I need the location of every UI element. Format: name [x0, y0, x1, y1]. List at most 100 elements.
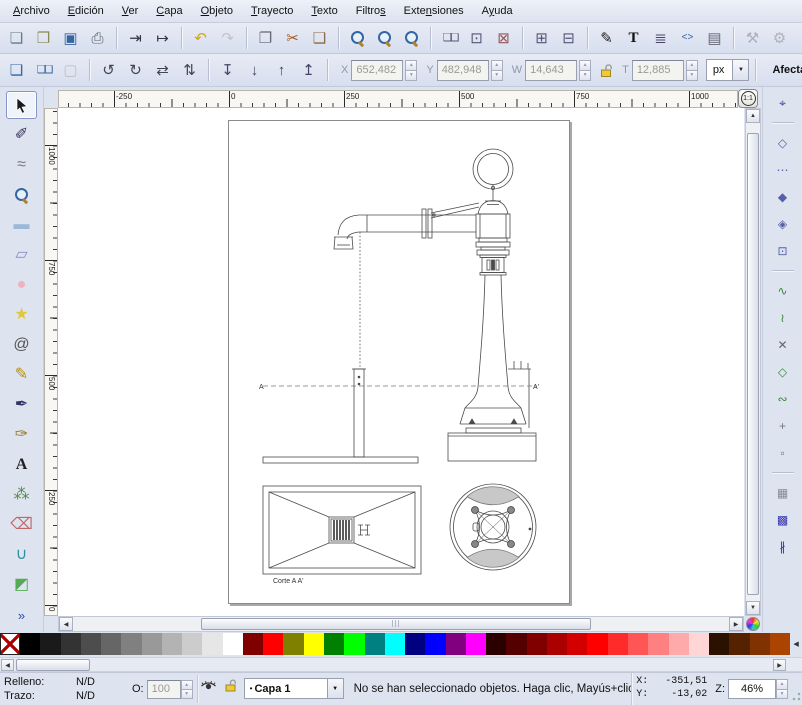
zoom-page-button[interactable] [399, 26, 424, 51]
palette-swatch[interactable] [628, 633, 648, 655]
export-button[interactable]: ↦ [150, 26, 175, 51]
palette-swatch[interactable] [40, 633, 60, 655]
spin-down-icon[interactable]: ▼ [776, 690, 788, 700]
tool-node-editor[interactable]: ✐ [6, 121, 37, 149]
zoom-drawing-button[interactable] [372, 26, 397, 51]
toolbox-overflow[interactable]: » [6, 601, 37, 629]
zoom-1-1-button[interactable]: 1:1 [738, 89, 758, 108]
menu-edicion[interactable]: Edición [59, 2, 113, 20]
tool-selector[interactable] [6, 91, 37, 119]
palette-swatch[interactable] [405, 633, 425, 655]
palette-swatch[interactable] [466, 633, 486, 655]
palette-overflow-left-icon[interactable]: ◀ [790, 633, 802, 655]
spin-down-icon[interactable]: ▼ [491, 71, 503, 81]
palette-swatch[interactable] [648, 633, 668, 655]
vertical-ruler[interactable]: 10007505002500 [44, 108, 58, 616]
palette-scrollbar[interactable]: ◀ ▶ [0, 657, 802, 672]
spin-up-icon[interactable]: ▲ [405, 60, 417, 71]
palette-swatch[interactable] [263, 633, 283, 655]
horizontal-scrollbar-thumb[interactable]: ||| [201, 618, 591, 630]
flip-vertical-button[interactable]: ⇅ [177, 58, 202, 83]
tool-star[interactable]: ★ [6, 301, 37, 329]
text-dialog-button[interactable]: T [621, 26, 646, 51]
open-document-button[interactable]: ❒ [31, 26, 56, 51]
layer-visibility-button[interactable] [198, 673, 220, 697]
color-management-icon[interactable] [746, 617, 760, 631]
palette-swatch[interactable] [547, 633, 567, 655]
palette-swatch[interactable] [750, 633, 770, 655]
snap-object-centers-button[interactable]: ▫ [771, 442, 795, 463]
width-input[interactable]: 14,643 [525, 60, 577, 81]
vertical-scrollbar[interactable]: ▲ ▼ [745, 108, 761, 616]
palette-swatch[interactable] [527, 633, 547, 655]
snap-smooth-nodes-button[interactable]: ∾ [771, 388, 795, 409]
palette-swatch[interactable] [486, 633, 506, 655]
layers-dialog-button[interactable]: ≣ [648, 26, 673, 51]
paste-button[interactable]: ❑ [307, 26, 332, 51]
palette-swatch[interactable] [61, 633, 81, 655]
snap-paths-button[interactable]: ≀ [771, 307, 795, 328]
spin-down-icon[interactable]: ▼ [405, 71, 417, 81]
tool-spiral[interactable]: @ [6, 331, 37, 359]
scroll-right-icon[interactable]: ▶ [729, 617, 743, 631]
palette-swatch[interactable] [121, 633, 141, 655]
palette-swatch[interactable] [669, 633, 689, 655]
menu-objeto[interactable]: Objeto [192, 2, 242, 20]
tool-zoom[interactable] [6, 181, 37, 209]
spin-up-icon[interactable]: ▲ [491, 60, 503, 71]
palette-swatch[interactable] [770, 633, 790, 655]
rotate-cw-button[interactable]: ↻ [123, 58, 148, 83]
opacity-input[interactable]: 100 [147, 680, 181, 699]
lower-button[interactable]: ↓ [242, 58, 267, 83]
tool-spray[interactable]: ⁂ [6, 481, 37, 509]
scroll-left-icon[interactable]: ◀ [59, 617, 73, 631]
opacity-spinner[interactable]: ▲▼ [181, 680, 193, 699]
combo-arrow-icon[interactable]: ▼ [732, 60, 748, 80]
palette-swatch[interactable] [425, 633, 445, 655]
palette-swatch[interactable] [81, 633, 101, 655]
palette-scroll-right-icon[interactable]: ▶ [773, 659, 786, 671]
fill-stroke-dialog-button[interactable]: ✎ [594, 26, 619, 51]
palette-swatch[interactable] [223, 633, 243, 655]
spin-up-icon[interactable]: ▲ [579, 60, 591, 71]
menu-archivo[interactable]: Archivo [4, 2, 59, 20]
width-spinner[interactable]: ▲▼ [579, 60, 591, 81]
snap-bbox-button[interactable]: ◇ [771, 132, 795, 153]
palette-swatch[interactable] [729, 633, 749, 655]
combo-arrow-icon[interactable]: ▼ [327, 679, 343, 698]
tool-calligraphy[interactable]: ✑ [6, 421, 37, 449]
x-spinner[interactable]: ▲▼ [405, 60, 417, 81]
undo-button[interactable]: ↶ [188, 26, 213, 51]
spin-down-icon[interactable]: ▼ [686, 71, 698, 81]
palette-swatch[interactable] [709, 633, 729, 655]
scroll-down-icon[interactable]: ▼ [746, 601, 760, 615]
preferences-button[interactable]: ⚒ [740, 26, 765, 51]
zoom-input[interactable]: 46% [728, 679, 776, 699]
snap-bbox-edge-midpoints-button[interactable]: ◈ [771, 213, 795, 234]
layer-selector[interactable]: • Capa 1 ▼ [244, 678, 344, 699]
spin-up-icon[interactable]: ▲ [686, 60, 698, 71]
palette-swatch[interactable] [142, 633, 162, 655]
spin-down-icon[interactable]: ▼ [181, 690, 193, 699]
palette-swatch[interactable] [506, 633, 526, 655]
snap-guides-button[interactable]: ∦ [771, 536, 795, 557]
tool-rectangle[interactable]: ▬ [6, 211, 37, 239]
palette-swatch[interactable] [101, 633, 121, 655]
save-document-button[interactable]: ▣ [58, 26, 83, 51]
enable-snapping-button[interactable]: ⌖ [771, 92, 795, 113]
group-button[interactable]: ⊞ [529, 26, 554, 51]
spin-down-icon[interactable]: ▼ [579, 71, 591, 81]
palette-swatch[interactable] [182, 633, 202, 655]
palette-swatch[interactable] [567, 633, 587, 655]
zoom-selection-button[interactable] [345, 26, 370, 51]
snap-bbox-edges-button[interactable]: ⋯ [771, 159, 795, 180]
palette-swatch[interactable] [608, 633, 628, 655]
horizontal-ruler[interactable]: -25002505007501000 [58, 90, 738, 108]
menu-capa[interactable]: Capa [147, 2, 191, 20]
tool-ellipse[interactable]: ● [6, 271, 37, 299]
snap-cusp-nodes-button[interactable]: ◇ [771, 361, 795, 382]
tool-3d-box[interactable]: ▱ [6, 241, 37, 269]
snap-bbox-centers-button[interactable]: ⊡ [771, 240, 795, 261]
tool-text[interactable]: A [6, 451, 37, 479]
menu-ver[interactable]: Ver [113, 2, 148, 20]
